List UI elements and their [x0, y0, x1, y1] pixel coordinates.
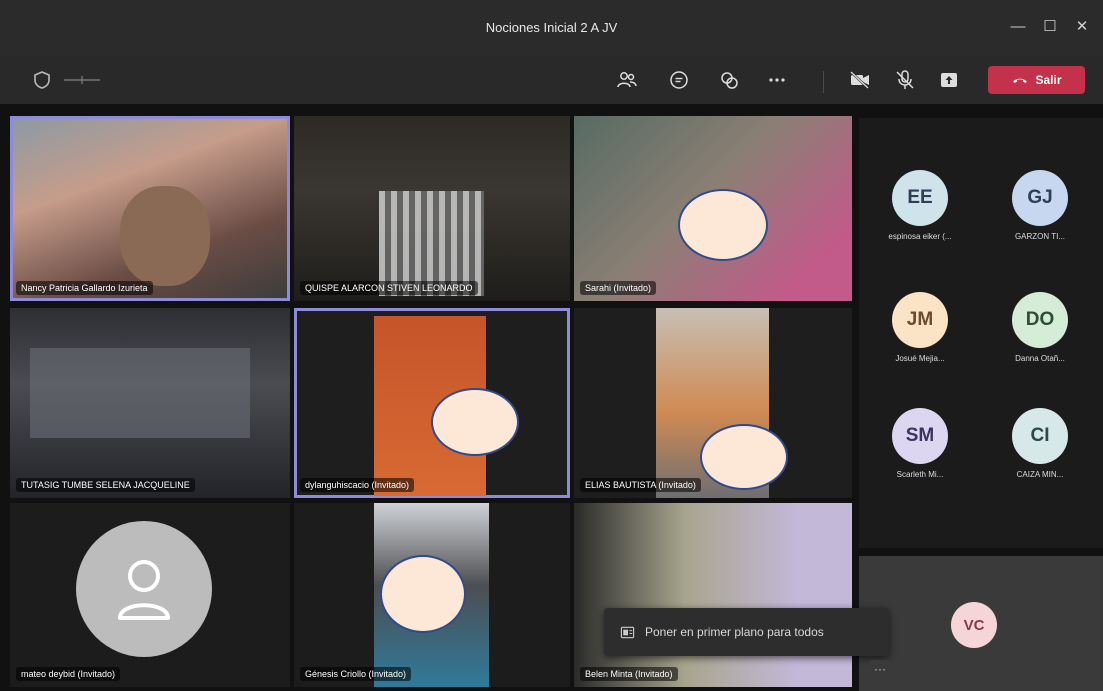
- video-tile[interactable]: TUTASIG TUMBE SELENA JACQUELINE: [10, 308, 290, 498]
- participant-name: GARZON TI...: [1014, 232, 1066, 241]
- participant-name: Sarahi (Invitado): [580, 281, 657, 295]
- participant-card[interactable]: CI CAIZA MIN...: [985, 408, 1095, 479]
- avatar: EE: [892, 170, 948, 226]
- participant-roster: EE espinosa eiker (... GJ GARZON TI... J…: [859, 118, 1103, 548]
- participant-name: ELIAS BAUTISTA (Invitado): [580, 478, 701, 492]
- participant-card[interactable]: GJ GARZON TI...: [985, 170, 1095, 241]
- spotlight-icon: [620, 626, 635, 638]
- video-tile[interactable]: QUISPE ALARCON STIVEN LEONARDO: [294, 116, 570, 301]
- shield-icon[interactable]: [30, 68, 54, 92]
- default-avatar: [76, 521, 212, 657]
- more-icon[interactable]: [765, 68, 789, 92]
- participant-name: TUTASIG TUMBE SELENA JACQUELINE: [16, 478, 195, 492]
- participant-name: QUISPE ALARCON STIVEN LEONARDO: [300, 281, 478, 295]
- chat-icon[interactable]: [667, 68, 691, 92]
- maximize-button[interactable]: ☐: [1036, 14, 1064, 40]
- meeting-timer-icon: [62, 68, 102, 92]
- share-icon[interactable]: [937, 68, 961, 92]
- participant-video: [120, 186, 210, 286]
- camera-off-icon[interactable]: [848, 68, 872, 92]
- video-tile[interactable]: Sarahi (Invitado): [574, 116, 852, 301]
- close-button[interactable]: ✕: [1068, 14, 1096, 40]
- video-tile[interactable]: mateo deybid (Invitado): [10, 503, 290, 687]
- video-tile[interactable]: Génesis Criollo (Invitado): [294, 503, 570, 687]
- mic-off-icon[interactable]: [893, 68, 917, 92]
- avatar: SM: [892, 408, 948, 464]
- blurred-face: [431, 388, 519, 456]
- title-bar: Nociones Inicial 2 A JV — ☐ ✕: [0, 0, 1103, 56]
- toolbar-divider: [823, 71, 824, 93]
- person-icon: [118, 560, 170, 620]
- leave-label: Salir: [1035, 73, 1062, 87]
- reactions-icon[interactable]: [717, 68, 741, 92]
- video-tile[interactable]: ELIAS BAUTISTA (Invitado): [574, 308, 852, 498]
- participants-icon[interactable]: [615, 68, 639, 92]
- avatar: JM: [892, 292, 948, 348]
- avatar: VC: [951, 602, 997, 648]
- more-options-button[interactable]: ···: [869, 660, 891, 682]
- participant-name: Josué Mejia...: [895, 354, 945, 363]
- video-tile[interactable]: Nancy Patricia Gallardo Izurieta: [10, 116, 290, 301]
- participant-video: [30, 348, 250, 438]
- participant-name: Scarleth Mi...: [896, 470, 944, 479]
- window-title: Nociones Inicial 2 A JV: [485, 20, 618, 35]
- blurred-face: [380, 555, 466, 633]
- meeting-toolbar: Salir: [0, 56, 1103, 104]
- participant-card[interactable]: SM Scarleth Mi...: [865, 408, 975, 479]
- video-tile[interactable]: Belen Minta (Invitado): [574, 503, 852, 687]
- participant-card[interactable]: JM Josué Mejia...: [865, 292, 975, 363]
- participant-name: Belen Minta (Invitado): [580, 667, 678, 681]
- participant-name: Nancy Patricia Gallardo Izurieta: [16, 281, 153, 295]
- blurred-face: [700, 424, 788, 490]
- participant-name: Danna Otañ...: [1015, 354, 1065, 363]
- participant-name: dylanguhiscacio (Invitado): [300, 478, 415, 492]
- participant-name: mateo deybid (Invitado): [16, 667, 121, 681]
- avatar: CI: [1012, 408, 1068, 464]
- avatar: DO: [1012, 292, 1068, 348]
- phone-hangup-icon: [1013, 78, 1028, 83]
- video-tile[interactable]: dylanguhiscacio (Invitado): [294, 308, 570, 498]
- participant-name: Génesis Criollo (Invitado): [300, 667, 412, 681]
- self-view[interactable]: VC: [859, 556, 1103, 691]
- spotlight-label: Poner en primer plano para todos: [645, 625, 824, 639]
- spotlight-for-everyone-menu-item[interactable]: Poner en primer plano para todos: [604, 608, 889, 656]
- avatar: GJ: [1012, 170, 1068, 226]
- leave-button[interactable]: Salir: [988, 66, 1085, 94]
- participant-name: CAIZA MIN...: [1016, 470, 1064, 479]
- participant-card[interactable]: EE espinosa eiker (...: [865, 170, 975, 241]
- participant-name: espinosa eiker (...: [888, 232, 952, 241]
- blurred-face: [678, 189, 768, 261]
- participant-card[interactable]: DO Danna Otañ...: [985, 292, 1095, 363]
- minimize-button[interactable]: —: [1004, 14, 1032, 40]
